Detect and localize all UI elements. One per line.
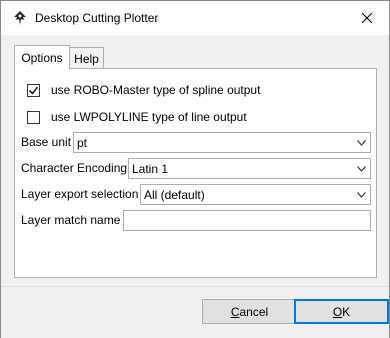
- tab-options[interactable]: Options: [14, 45, 70, 69]
- robo-master-checkbox[interactable]: [27, 83, 40, 97]
- ok-label-rest: K: [342, 304, 351, 319]
- cancel-mnemonic: C: [230, 304, 240, 319]
- base-unit-value: pt: [77, 136, 88, 150]
- inkscape-app-icon: [14, 11, 26, 25]
- title-bar[interactable]: Desktop Cutting Plotter: [1, 1, 389, 35]
- dialog-footer: Cancel OK: [1, 286, 389, 338]
- ok-button[interactable]: OK: [294, 299, 389, 324]
- lwpolyline-option[interactable]: use LWPOLYLINE type of line output: [27, 109, 247, 125]
- cancel-button[interactable]: Cancel: [202, 299, 297, 324]
- robo-master-label: use ROBO-Master type of spline output: [51, 83, 261, 97]
- base-unit-dropdown-button[interactable]: [352, 133, 370, 152]
- lwpolyline-label: use LWPOLYLINE type of line output: [51, 110, 247, 124]
- layer-export-value: All (default): [144, 188, 205, 202]
- chevron-down-icon: [356, 165, 366, 172]
- layer-match-input[interactable]: [123, 210, 371, 231]
- ok-mnemonic: O: [332, 304, 343, 319]
- layer-export-dropdown-button[interactable]: [352, 185, 370, 204]
- character-encoding-select[interactable]: Latin 1: [128, 158, 371, 179]
- tab-help[interactable]: Help: [70, 47, 104, 69]
- options-panel: use ROBO-Master type of spline output us…: [14, 68, 377, 278]
- dialog-window: Desktop Cutting Plotter Options Help use…: [0, 0, 390, 338]
- layer-match-label: Layer match name: [21, 213, 121, 227]
- character-encoding-dropdown-button[interactable]: [352, 159, 370, 178]
- chevron-down-icon: [356, 191, 366, 198]
- chevron-down-icon: [356, 139, 366, 146]
- robo-master-option[interactable]: use ROBO-Master type of spline output: [27, 82, 260, 98]
- cancel-label-rest: ancel: [239, 304, 269, 319]
- base-unit-label: Base unit: [21, 135, 72, 149]
- dialog-content: Options Help use ROBO-Master type of spl…: [1, 35, 389, 286]
- window-title: Desktop Cutting Plotter: [35, 11, 159, 25]
- checkmark-icon: [29, 86, 38, 95]
- layer-export-label: Layer export selection: [21, 187, 139, 201]
- close-icon: [361, 13, 372, 23]
- base-unit-select[interactable]: pt: [73, 132, 371, 153]
- close-button[interactable]: [344, 1, 389, 35]
- layer-export-select[interactable]: All (default): [140, 184, 371, 205]
- character-encoding-value: Latin 1: [132, 162, 169, 176]
- lwpolyline-checkbox[interactable]: [27, 110, 40, 124]
- character-encoding-label: Character Encoding: [21, 161, 128, 175]
